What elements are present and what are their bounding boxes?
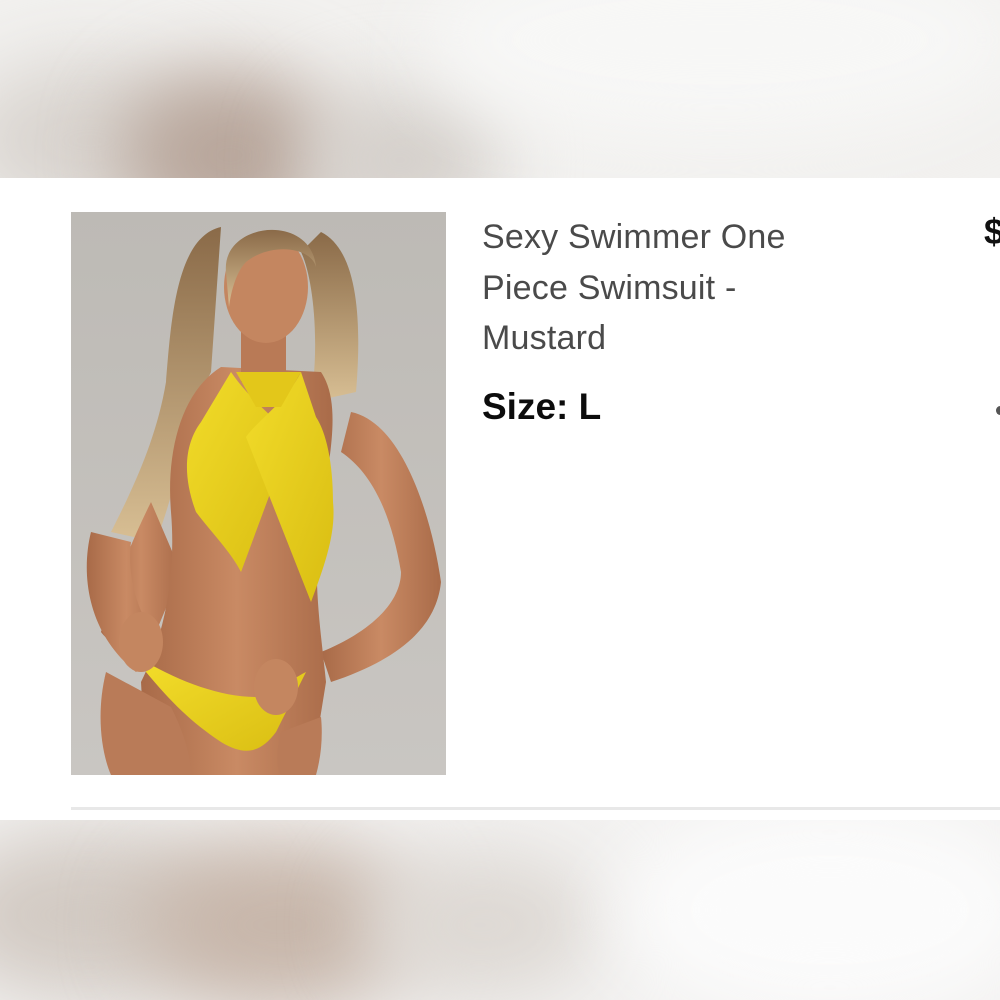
product-image[interactable]: [71, 212, 446, 775]
product-price: $: [984, 211, 1000, 252]
size-value: L: [578, 386, 602, 427]
screenshot-frame: Sexy Swimmer One Piece Swimsuit - Mustar…: [0, 0, 1000, 1000]
item-divider: [71, 807, 1000, 810]
cart-item-card[interactable]: Sexy Swimmer One Piece Swimsuit - Mustar…: [0, 178, 1000, 820]
size-label: Size:: [482, 386, 569, 427]
truncated-control-dot[interactable]: [996, 406, 1000, 415]
blurred-background-bottom: [0, 820, 1000, 1000]
product-title[interactable]: Sexy Swimmer One Piece Swimsuit - Mustar…: [482, 212, 842, 364]
model-photo-illustration: [71, 212, 446, 775]
blurred-background-top: [0, 0, 1000, 178]
product-size: Size: L: [482, 386, 601, 428]
